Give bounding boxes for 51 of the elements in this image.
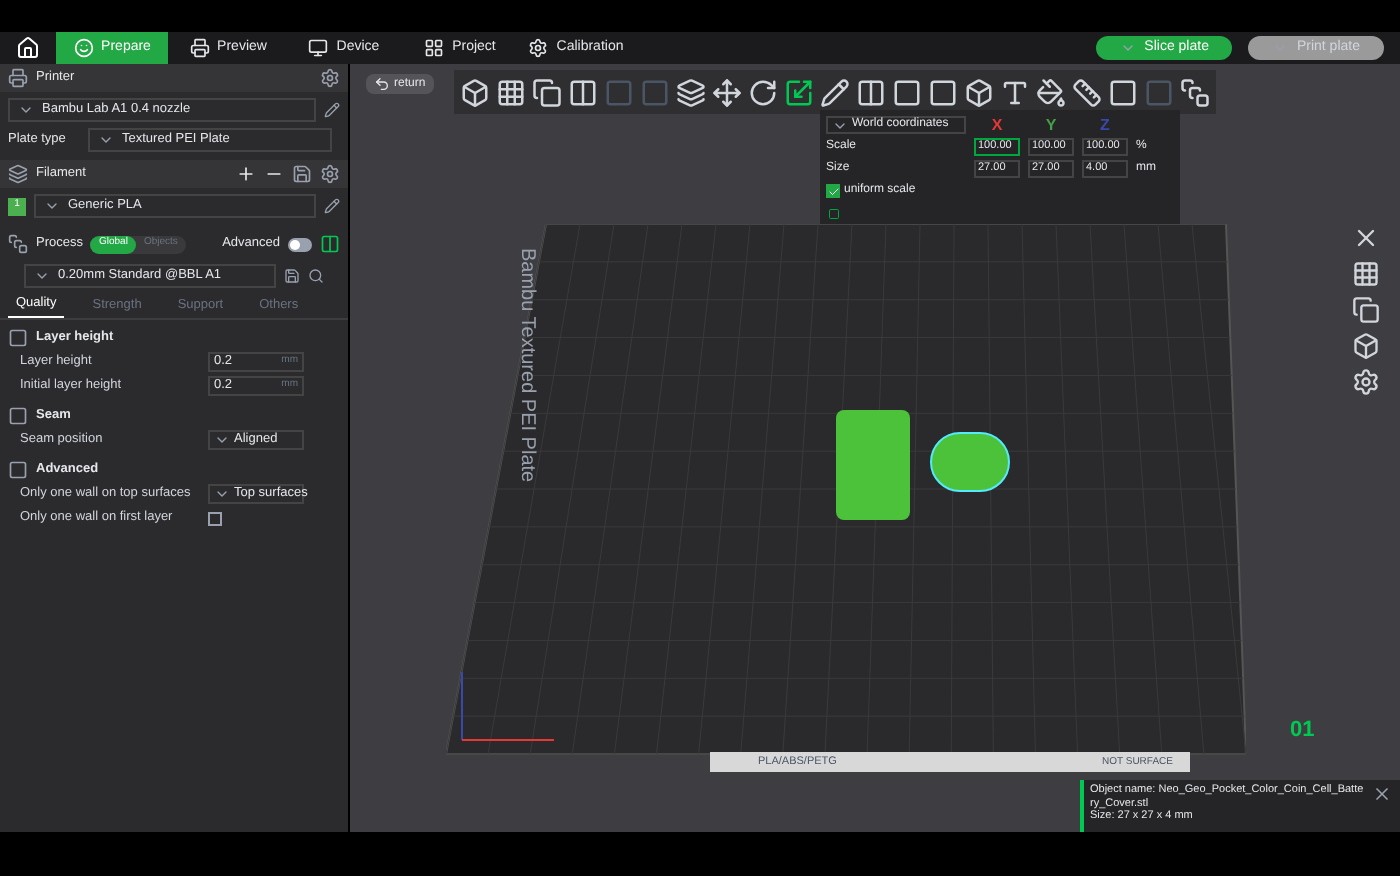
axis-label: X xyxy=(991,117,1003,133)
search-icon[interactable] xyxy=(308,268,324,284)
tool-icon[interactable] xyxy=(999,77,1030,107)
edit-icon[interactable] xyxy=(324,198,340,214)
tool-icon[interactable] xyxy=(1035,77,1066,107)
save-icon[interactable] xyxy=(284,268,300,284)
caret-icon xyxy=(1120,40,1137,56)
tab-icon xyxy=(73,38,94,58)
group-icon xyxy=(8,327,28,347)
tab-icon xyxy=(189,38,210,58)
model-part xyxy=(836,410,910,520)
plate-tool-icon[interactable] xyxy=(1348,368,1384,396)
printer-icon xyxy=(8,68,28,88)
save-icon[interactable] xyxy=(292,164,312,184)
tab-icon xyxy=(528,38,549,58)
tab-icon xyxy=(308,38,329,58)
tool-icon[interactable] xyxy=(711,77,742,107)
setting-checkbox[interactable] xyxy=(208,511,222,525)
caret-icon xyxy=(214,486,230,502)
axis-label: Z xyxy=(1100,117,1110,133)
tool-icon[interactable] xyxy=(675,77,706,107)
caret-icon xyxy=(18,102,34,118)
advanced-switch[interactable] xyxy=(288,237,312,251)
close-icon[interactable] xyxy=(1372,784,1392,804)
plate-number: 01 xyxy=(1290,716,1315,746)
add-icon[interactable] xyxy=(236,164,256,184)
process-icon xyxy=(8,234,28,254)
return-icon xyxy=(374,76,390,92)
plate-tool-icon[interactable] xyxy=(1348,260,1384,288)
caret-icon xyxy=(98,132,114,148)
group-icon xyxy=(8,459,28,479)
tool-icon[interactable] xyxy=(531,77,562,107)
tool-icon[interactable] xyxy=(783,77,814,107)
layout-icon[interactable] xyxy=(320,234,340,254)
axis-label: Y xyxy=(1045,117,1057,133)
caret-icon xyxy=(44,198,60,214)
settings-icon[interactable] xyxy=(320,164,340,184)
plate-tool-icon[interactable] xyxy=(1348,332,1384,360)
home-icon[interactable] xyxy=(16,36,40,60)
plate-tool-icon[interactable] xyxy=(1348,296,1384,324)
group-icon xyxy=(8,405,28,425)
edit-icon[interactable] xyxy=(324,102,340,118)
caret-icon xyxy=(214,432,230,448)
uniform-checkbox[interactable] xyxy=(826,184,840,198)
layers-icon xyxy=(8,164,28,184)
caret-icon xyxy=(34,268,50,284)
tab-icon xyxy=(424,38,445,58)
plate-label: Bambu Textured PEI Plate xyxy=(514,248,540,483)
settings-icon[interactable] xyxy=(320,68,340,88)
confirm-icon[interactable] xyxy=(826,208,842,220)
tool-icon[interactable] xyxy=(1179,77,1210,107)
